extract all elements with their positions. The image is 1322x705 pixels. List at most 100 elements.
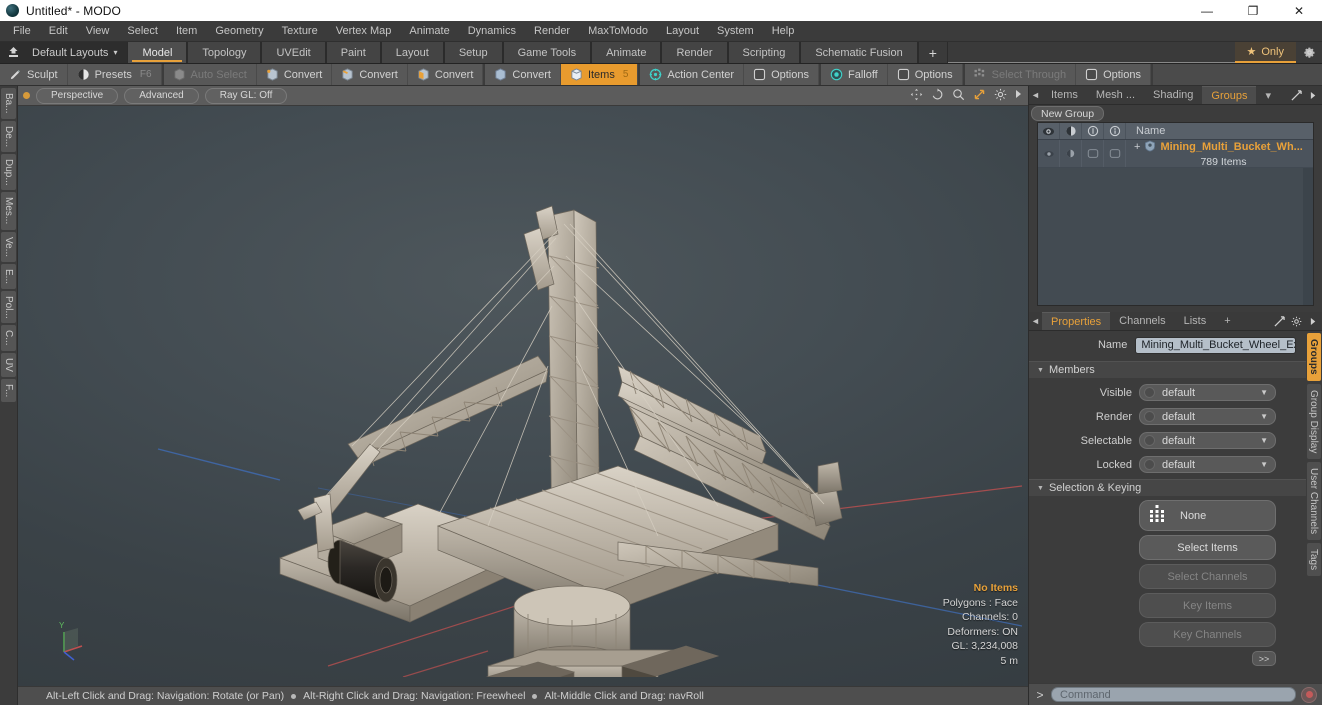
left-tool-tab-9[interactable]: F... (1, 378, 16, 403)
left-tool-tab-2[interactable]: Dup... (1, 153, 16, 191)
falloff-button[interactable]: Falloff (821, 64, 888, 85)
group-list[interactable]: Name + Mining_Multi_Bucket_Wh... 789 Ite… (1037, 122, 1314, 306)
convert-button[interactable]: Convert (257, 64, 333, 85)
layout-tab-scripting[interactable]: Scripting (727, 42, 801, 63)
left-tool-tab-4[interactable]: Ve... (1, 231, 16, 262)
tab-groups[interactable]: Groups (1202, 86, 1257, 104)
menu-item-maxtomodo[interactable]: MaxToModo (579, 21, 657, 42)
fit-icon[interactable] (973, 88, 986, 104)
layout-tab-animate[interactable]: Animate (591, 42, 662, 63)
layout-tab-paint[interactable]: Paint (325, 42, 381, 63)
visible-dropdown[interactable]: default ▼ (1139, 384, 1276, 401)
options-button[interactable]: Options (744, 64, 819, 85)
select-items-button[interactable]: Select Items (1139, 535, 1276, 560)
right-tab-groups[interactable]: Groups (1307, 333, 1321, 381)
options-button[interactable]: Options (1076, 64, 1151, 85)
minimize-button[interactable]: — (1184, 0, 1230, 21)
convert-button[interactable]: Convert (332, 64, 408, 85)
left-tool-tab-8[interactable]: UV (1, 353, 16, 377)
expand-toggle[interactable]: + (1134, 141, 1140, 153)
layout-tab-layout[interactable]: Layout (380, 42, 444, 63)
menu-item-file[interactable]: File (4, 21, 40, 42)
tab-items[interactable]: Items (1042, 86, 1087, 104)
row-eye-toggle[interactable] (1038, 140, 1060, 167)
left-tool-tab-6[interactable]: Pol... (1, 290, 16, 324)
layout-tab-render[interactable]: Render (661, 42, 728, 63)
convert-button[interactable]: Convert (408, 64, 484, 85)
add-layout-tab-button[interactable]: + (917, 42, 948, 63)
locked-knob[interactable] (1144, 459, 1155, 470)
menu-item-texture[interactable]: Texture (273, 21, 327, 42)
close-button[interactable]: ✕ (1276, 0, 1322, 21)
menu-item-geometry[interactable]: Geometry (206, 21, 272, 42)
selectable-knob[interactable] (1144, 435, 1155, 446)
pan-icon[interactable] (910, 88, 923, 104)
default-layouts-dropdown[interactable]: Default Layouts ▾ (26, 42, 127, 63)
options-button[interactable]: Options (888, 64, 963, 85)
gear-icon[interactable] (994, 88, 1007, 104)
menu-item-animate[interactable]: Animate (400, 21, 458, 42)
action-center-button[interactable]: Action Center (640, 64, 745, 85)
expand-icon[interactable] (1288, 86, 1305, 104)
menu-item-layout[interactable]: Layout (657, 21, 708, 42)
row-locked-toggle[interactable] (1104, 140, 1126, 167)
presets-button[interactable]: Presets F6 (68, 64, 162, 85)
group-list-empty-area[interactable] (1038, 168, 1313, 305)
menu-item-select[interactable]: Select (118, 21, 167, 42)
3d-viewport[interactable]: No Items Polygons : Face Channels: 0 Def… (18, 106, 1028, 686)
viewport-raygl-pill[interactable]: Ray GL: Off (204, 87, 288, 104)
menu-item-edit[interactable]: Edit (40, 21, 77, 42)
overflow-button[interactable]: >> (1252, 651, 1276, 666)
gear-icon[interactable] (1288, 312, 1305, 330)
layout-tab-schematic-fusion[interactable]: Schematic Fusion (800, 42, 918, 63)
only-toggle[interactable]: ★ Only (1234, 42, 1296, 63)
new-group-button[interactable]: New Group (1031, 105, 1105, 121)
group-list-scrollbar[interactable] (1303, 168, 1313, 305)
menu-item-view[interactable]: View (77, 21, 119, 42)
command-input[interactable]: Command (1051, 687, 1296, 702)
render-moon-icon[interactable] (1060, 123, 1082, 139)
lock-info-icon[interactable] (1104, 123, 1126, 139)
viewport-menu-dot-icon[interactable] (23, 92, 30, 99)
menu-item-system[interactable]: System (708, 21, 763, 42)
arrow-right-icon[interactable] (1305, 312, 1322, 330)
viewport-projection-pill[interactable]: Perspective (36, 87, 119, 104)
selection-keying-section-header[interactable]: ▼ Selection & Keying (1029, 479, 1306, 496)
panel-menu-icon[interactable]: ◄ (1029, 312, 1042, 330)
right-tab-group-display[interactable]: Group Display (1307, 383, 1321, 459)
rotate-icon[interactable] (931, 87, 944, 104)
right-tab-user-channels[interactable]: User Channels (1307, 461, 1321, 541)
layout-tab-model[interactable]: Model (127, 42, 188, 63)
right-tab-tags[interactable]: Tags (1307, 543, 1321, 577)
tab-lists[interactable]: Lists (1175, 312, 1216, 330)
expand-icon[interactable] (1271, 312, 1288, 330)
maximize-button[interactable]: ❐ (1230, 0, 1276, 21)
layout-tab-uvedit[interactable]: UVEdit (261, 42, 326, 63)
group-row-name-cell[interactable]: + Mining_Multi_Bucket_Wh... 789 Items (1126, 140, 1313, 168)
render-knob[interactable] (1144, 411, 1155, 422)
zoom-icon[interactable] (952, 88, 965, 104)
items-button[interactable]: Items 5 (560, 64, 639, 85)
gear-icon[interactable] (1296, 42, 1322, 63)
tab-shading[interactable]: Shading (1144, 86, 1202, 104)
menu-item-vertex-map[interactable]: Vertex Map (327, 21, 401, 42)
add-properties-tab-button[interactable]: + (1215, 312, 1239, 330)
viewport-shading-pill[interactable]: Advanced (124, 87, 199, 104)
left-tool-tab-1[interactable]: De... (1, 120, 16, 152)
row-selectable-toggle[interactable] (1082, 140, 1104, 167)
selectable-icon[interactable] (1082, 123, 1104, 139)
tab-channels[interactable]: Channels (1110, 312, 1174, 330)
menu-item-item[interactable]: Item (167, 21, 206, 42)
left-tool-tab-7[interactable]: C... (1, 325, 16, 352)
layout-tab-topology[interactable]: Topology (187, 42, 262, 63)
eye-icon[interactable] (1038, 123, 1060, 139)
record-icon[interactable] (1301, 686, 1317, 703)
render-dropdown[interactable]: default ▼ (1139, 408, 1276, 425)
members-section-header[interactable]: ▼ Members (1029, 361, 1306, 378)
visible-knob[interactable] (1144, 387, 1155, 398)
menu-item-dynamics[interactable]: Dynamics (459, 21, 525, 42)
left-tool-tab-5[interactable]: E... (1, 263, 16, 289)
menu-item-render[interactable]: Render (525, 21, 579, 42)
left-tool-tab-3[interactable]: Mes... (1, 192, 16, 230)
menu-item-help[interactable]: Help (763, 21, 804, 42)
